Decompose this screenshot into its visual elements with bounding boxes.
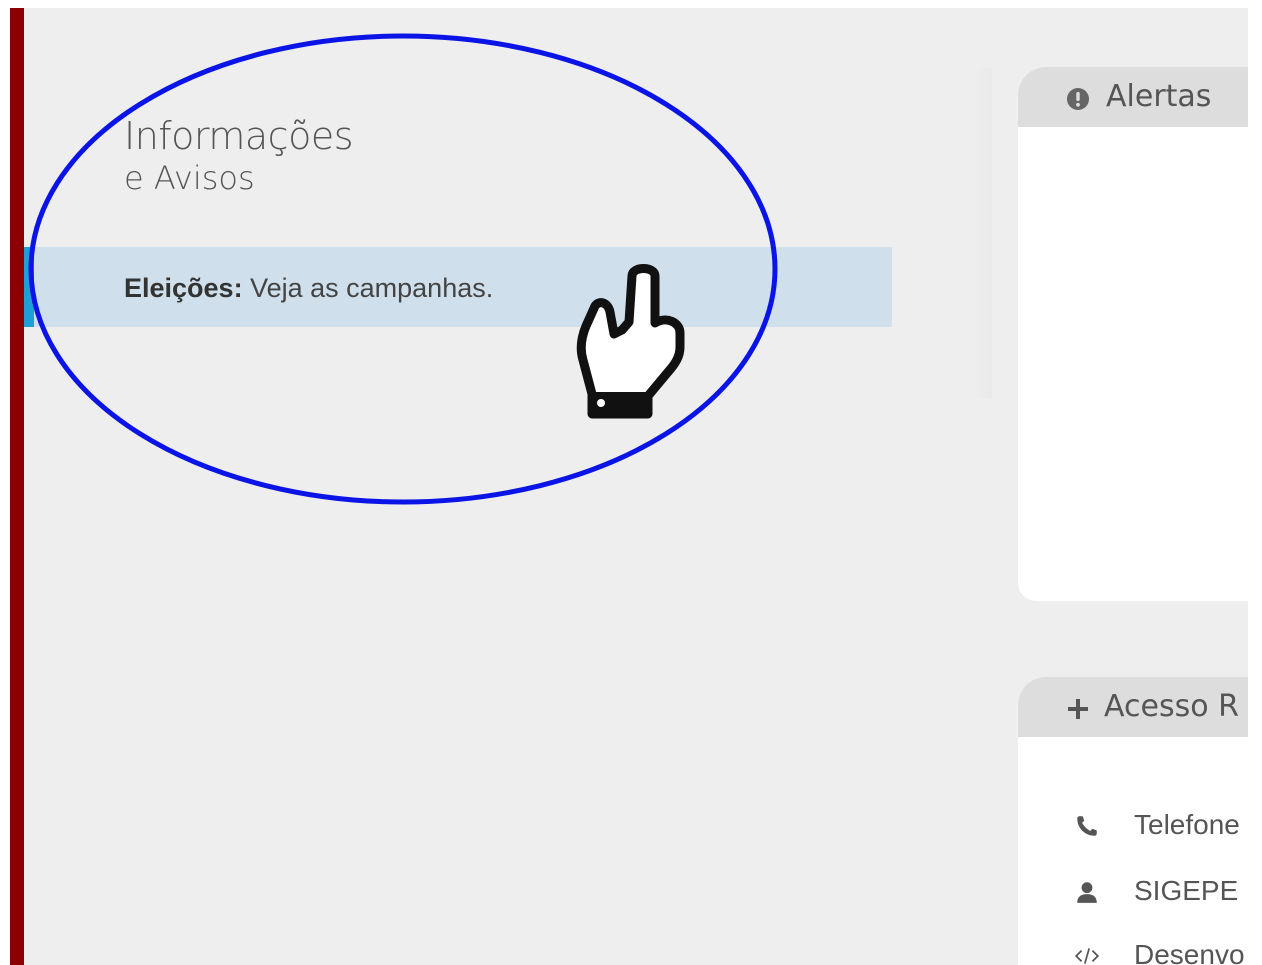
code-icon bbox=[1074, 948, 1100, 964]
alerts-panel-title: Alertas bbox=[1106, 79, 1212, 114]
access-item-label: Telefone bbox=[1134, 809, 1240, 840]
access-item-label: Desenvo bbox=[1134, 939, 1245, 965]
user-icon bbox=[1077, 882, 1097, 903]
access-panel-header[interactable]: Acesso R bbox=[1018, 677, 1248, 737]
notice-link-text[interactable]: Veja as campanhas. bbox=[243, 273, 493, 303]
notice-text[interactable]: Eleições: Veja as campanhas. bbox=[124, 270, 493, 306]
column-divider bbox=[972, 68, 992, 398]
alerts-panel-header: Alertas bbox=[1018, 67, 1248, 127]
page: Informações e Avisos Eleições: Veja as c… bbox=[0, 0, 1262, 965]
left-accent-bar bbox=[10, 8, 24, 965]
access-item-label: SIGEPE bbox=[1134, 875, 1239, 906]
exclamation-circle-icon bbox=[1067, 88, 1089, 110]
access-panel: Acesso R Telefone SIGEPE Desenvo bbox=[1018, 677, 1248, 965]
info-section-title: Informações e Avisos bbox=[124, 113, 354, 197]
plus-icon bbox=[1068, 699, 1088, 719]
alerts-panel: Alertas bbox=[1018, 67, 1248, 601]
phone-icon bbox=[1077, 816, 1097, 836]
main-content: Informações e Avisos Eleições: Veja as c… bbox=[24, 8, 1248, 965]
notice-accent-bar bbox=[24, 247, 34, 327]
access-panel-title: Acesso R bbox=[1104, 689, 1239, 724]
info-title-line2: e Avisos bbox=[124, 159, 255, 197]
info-title-line1: Informações bbox=[124, 114, 354, 158]
notice-label: Eleições: bbox=[124, 273, 243, 303]
